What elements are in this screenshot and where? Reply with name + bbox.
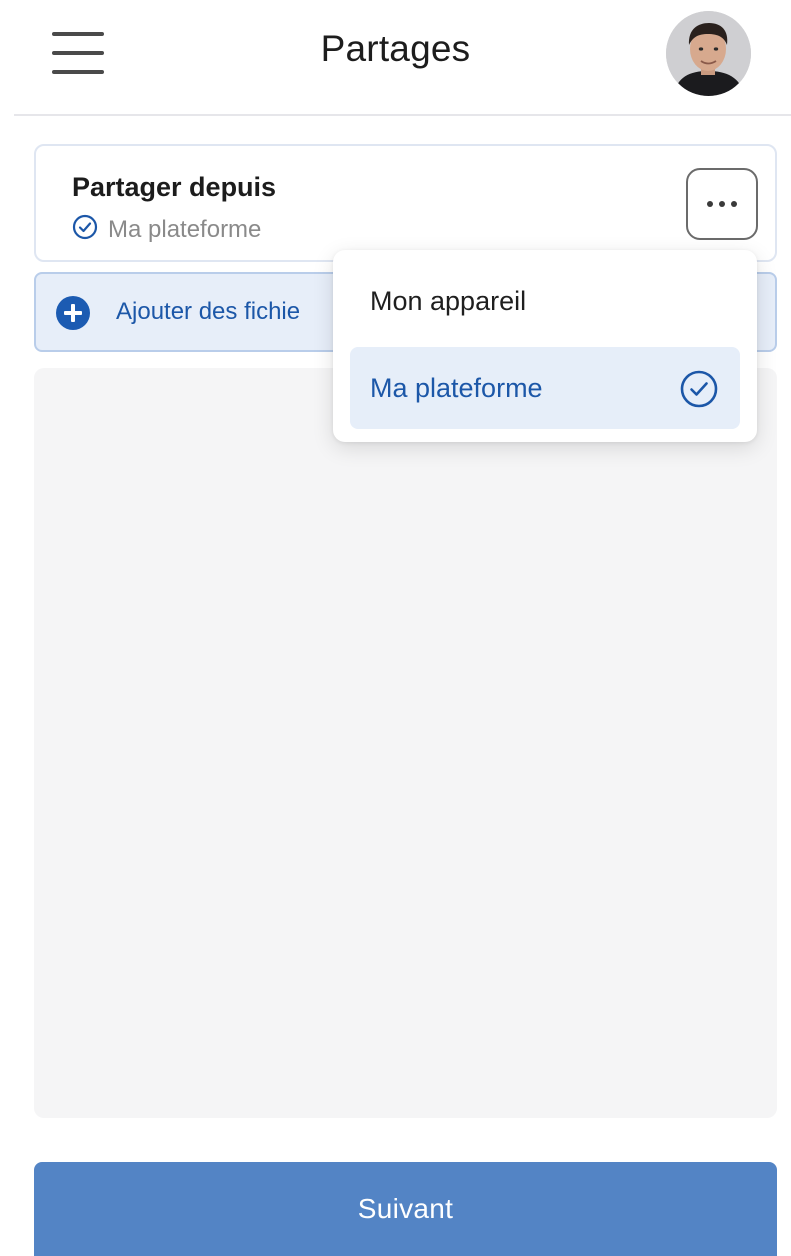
user-avatar[interactable] (666, 11, 751, 96)
check-circle-icon (72, 214, 98, 245)
share-source-selected-label: Ma plateforme (108, 215, 262, 243)
next-button[interactable]: Suivant (34, 1162, 777, 1256)
dropdown-item-mon-appareil[interactable]: Mon appareil (350, 260, 740, 342)
files-drop-area (34, 368, 777, 1118)
app-header: Partages (0, 0, 791, 116)
share-source-selected: Ma plateforme (72, 214, 261, 245)
dropdown-item-ma-plateforme[interactable]: Ma plateforme (350, 347, 740, 429)
share-source-dropdown: Mon appareil Ma plateforme (333, 250, 757, 442)
add-files-label: Ajouter des fichie (116, 298, 301, 325)
more-horizontal-icon (707, 201, 713, 207)
header-divider (14, 114, 791, 116)
dropdown-item-label: Ma plateforme (370, 373, 543, 403)
share-source-card: Partager depuis Ma plateforme (34, 144, 777, 262)
more-options-button[interactable] (686, 168, 758, 240)
share-source-title: Partager depuis (72, 172, 277, 202)
plus-circle-icon (56, 296, 90, 330)
check-circle-icon (679, 369, 719, 414)
dropdown-item-label: Mon appareil (370, 286, 527, 316)
